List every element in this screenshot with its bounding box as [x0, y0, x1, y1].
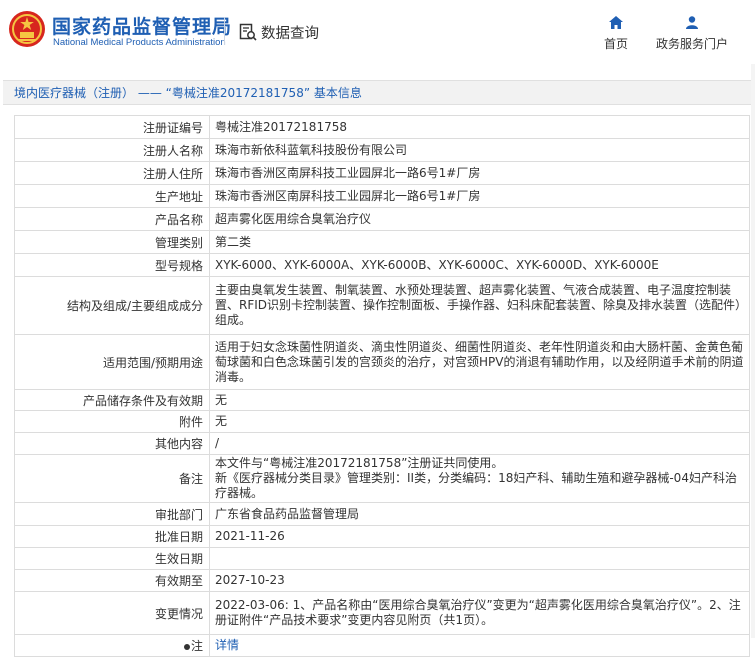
nav-home-label: 首页 [603, 37, 628, 51]
table-row: 结构及组成/主要组成成分 主要由臭氧发生装置、制氧装置、水预处理装置、超声雾化装置… [14, 276, 750, 335]
table-row: 有效期至 2027-10-23 [14, 569, 750, 592]
home-icon [609, 16, 623, 29]
site-header: 国家药品监督管理局 National Medical Products Admi… [0, 0, 755, 64]
site-title-en[interactable]: National Medical Products Administration [53, 37, 226, 48]
row-label: 批准日期 [14, 525, 210, 548]
row-value: 珠海市香洲区南屏科技工业园屏北一路6号1#厂房 [209, 161, 750, 185]
data-query-label: 数据查询 [261, 25, 319, 42]
table-row: 注册人住所 珠海市香洲区南屏科技工业园屏北一路6号1#厂房 [14, 161, 750, 185]
table-row: 生产地址 珠海市香洲区南屏科技工业园屏北一路6号1#厂房 [14, 184, 750, 208]
row-label: 注册人名称 [14, 138, 210, 162]
row-value: 2021-11-26 [209, 525, 750, 548]
row-label: 审批部门 [14, 502, 210, 526]
header-divider [224, 17, 225, 45]
row-label: 管理类别 [14, 230, 210, 254]
row-label: 产品名称 [14, 207, 210, 231]
row-label: 结构及组成/主要组成成分 [14, 276, 210, 335]
detail-link[interactable]: 详情 [215, 638, 239, 652]
breadcrumb: 境内医疗器械（注册） —— “粤械注准20172181758” 基本信息 [3, 80, 752, 105]
table-row: 管理类别 第二类 [14, 230, 750, 254]
row-label: 注册证编号 [14, 115, 210, 139]
table-row: 审批部门 广东省食品药品监督管理局 [14, 502, 750, 526]
device-info-table: 注册证编号 粤械注准20172181758 注册人名称 珠海市新依科蓝氧科技股份有限公… [14, 115, 750, 657]
table-row: 附件无 [14, 410, 750, 433]
row-value: 珠海市新依科蓝氧科技股份有限公司 [209, 138, 750, 162]
row-label: 备注 [14, 454, 210, 503]
site-title-cn[interactable]: 国家药品监督管理局 [52, 12, 232, 39]
row-value: 2022-03-06: 1、产品名称由“医用综合臭氧治疗仪”变更为“超声雾化医用… [209, 591, 750, 635]
user-icon [686, 16, 698, 29]
nav-gov-service-portal[interactable]: 政务服务门户 [654, 16, 730, 52]
row-value: XYK-6000、XYK-6000A、XYK-6000B、XYK-6000C、X… [209, 253, 750, 277]
national-emblem-icon[interactable] [8, 10, 46, 48]
row-label: 生效日期 [14, 547, 210, 570]
table-row: 型号规格 XYK-6000、XYK-6000A、XYK-6000B、XYK-600… [14, 253, 750, 277]
row-value: 主要由臭氧发生装置、制氧装置、水预处理装置、超声雾化装置、气液合成装置、电子温度… [209, 276, 750, 335]
table-row: 备注 本文件与“粤械注准20172181758”注册证共同使用。 新《医疗器械分类… [14, 454, 750, 503]
table-row: 变更情况 2022-03-06: 1、产品名称由“医用综合臭氧治疗仪”变更为“超声… [14, 591, 750, 635]
table-row: 产品名称 超声雾化医用综合臭氧治疗仪 [14, 207, 750, 231]
scrollbar-track[interactable] [751, 64, 755, 638]
info-dot-icon [183, 643, 190, 650]
data-query-link[interactable]: 数据查询 [239, 20, 319, 44]
row-label: 其他内容 [14, 432, 210, 455]
row-label: 有效期至 [14, 569, 210, 592]
nav-home[interactable]: 首页 [603, 16, 629, 52]
row-value: 无 [209, 389, 750, 411]
row-label: 变更情况 [14, 591, 210, 635]
table-row: 产品储存条件及有效期无 [14, 389, 750, 411]
nav-gov-service-portal-label: 政务服务门户 [655, 37, 728, 51]
row-value: 超声雾化医用综合臭氧治疗仪 [209, 207, 750, 231]
table-row: 注册证编号 粤械注准20172181758 [14, 115, 750, 139]
row-label: 型号规格 [14, 253, 210, 277]
table-row: 注册人名称 珠海市新依科蓝氧科技股份有限公司 [14, 138, 750, 162]
row-value: 无 [209, 410, 750, 433]
row-label: 附件 [14, 410, 210, 433]
row-value: 2027-10-23 [209, 569, 750, 592]
table-row: 适用范围/预期用途 适用于妇女念珠菌性阴道炎、滴虫性阴道炎、细菌性阴道炎、老年性阴… [14, 334, 750, 390]
data-query-icon [239, 23, 257, 41]
row-label: 生产地址 [14, 184, 210, 208]
row-label: 产品储存条件及有效期 [14, 389, 210, 411]
row-value: 广东省食品药品监督管理局 [209, 502, 750, 526]
table-row: 批准日期 2021-11-26 [14, 525, 750, 548]
row-value: 本文件与“粤械注准20172181758”注册证共同使用。 新《医疗器械分类目录… [209, 454, 750, 503]
table-row: 生效日期 [14, 547, 750, 570]
row-label-text: 注 [190, 639, 203, 653]
row-value: 粤械注准20172181758 [209, 115, 750, 139]
table-row: 其他内容 / [14, 432, 750, 455]
row-value: 第二类 [209, 230, 750, 254]
row-value: / [209, 432, 750, 455]
row-value [209, 547, 750, 570]
row-value: 珠海市香洲区南屏科技工业园屏北一路6号1#厂房 [209, 184, 750, 208]
row-label: 适用范围/预期用途 [14, 334, 210, 390]
row-value: 适用于妇女念珠菌性阴道炎、滴虫性阴道炎、细菌性阴道炎、老年性阴道炎和由大肠杆菌、… [209, 334, 750, 390]
row-label: 注册人住所 [14, 161, 210, 185]
